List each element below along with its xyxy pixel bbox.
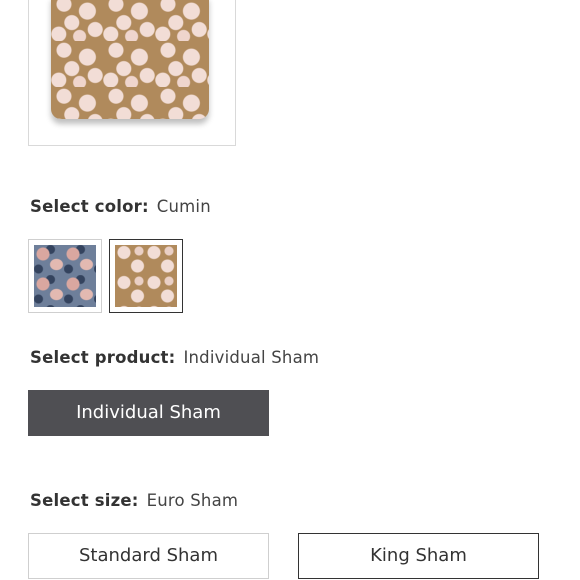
color-swatch-blue[interactable] <box>28 239 102 313</box>
product-image[interactable] <box>28 0 236 146</box>
selected-product-value: Individual Sham <box>183 348 320 367</box>
product-label-row: Select product: Individual Sham <box>30 348 319 367</box>
swatch-pattern-cumin <box>115 245 177 307</box>
size-label-row: Select size: Euro Sham <box>30 491 238 510</box>
king-sham-button[interactable]: King Sham <box>298 533 539 579</box>
standard-sham-button[interactable]: Standard Sham <box>28 533 269 579</box>
color-swatch-cumin[interactable] <box>109 239 183 313</box>
color-label: Select color: <box>30 197 149 216</box>
size-label: Select size: <box>30 491 139 510</box>
product-options-page: Select color: Cumin Select product: Indivi… <box>0 0 580 580</box>
selected-color-value: Cumin <box>156 197 211 216</box>
individual-sham-button[interactable]: Individual Sham <box>28 390 269 436</box>
pillow-sham-image <box>51 0 209 119</box>
selected-size-value: Euro Sham <box>146 491 239 510</box>
swatch-pattern-blue <box>34 245 96 307</box>
product-label: Select product: <box>30 348 176 367</box>
color-label-row: Select color: Cumin <box>30 197 211 216</box>
